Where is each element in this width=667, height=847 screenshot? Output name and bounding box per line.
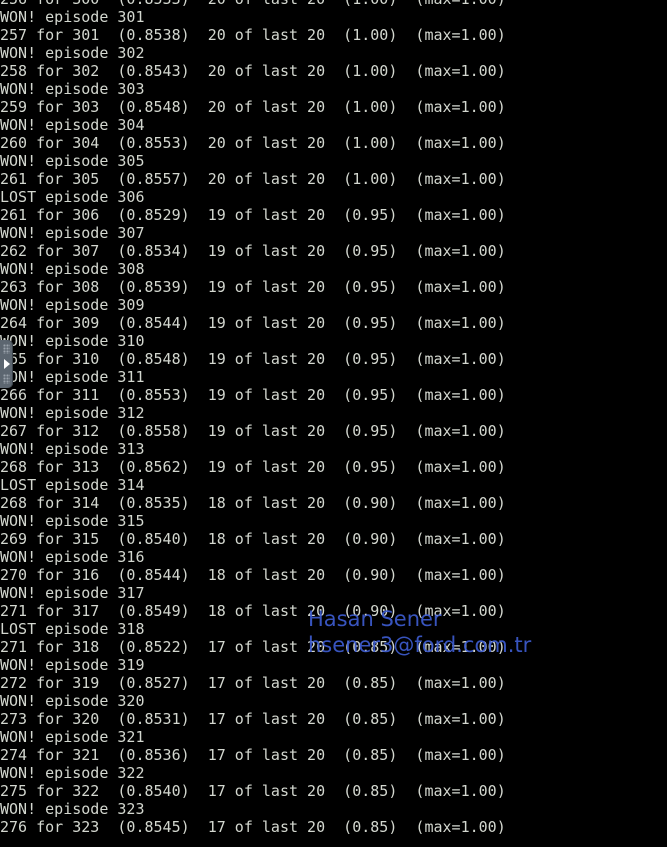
terminal-line: 272 for 319 (0.8527) 17 of last 20 (0.85… xyxy=(0,674,506,692)
terminal-line: WON! episode 316 xyxy=(0,548,145,566)
terminal-line: WON! episode 321 xyxy=(0,728,145,746)
terminal-line: WON! episode 315 xyxy=(0,512,145,530)
terminal-line: 264 for 309 (0.8544) 19 of last 20 (0.95… xyxy=(0,314,506,332)
terminal-line: 261 for 306 (0.8529) 19 of last 20 (0.95… xyxy=(0,206,506,224)
terminal-line: LOST episode 314 xyxy=(0,476,145,494)
terminal-line: 263 for 308 (0.8539) 19 of last 20 (0.95… xyxy=(0,278,506,296)
terminal-line: WON! episode 312 xyxy=(0,404,145,422)
terminal-line: WON! episode 308 xyxy=(0,260,145,278)
terminal-line: WON! episode 319 xyxy=(0,656,145,674)
terminal-line: LOST episode 318 xyxy=(0,620,145,638)
terminal-line: 268 for 313 (0.8562) 19 of last 20 (0.95… xyxy=(0,458,506,476)
terminal-line: 270 for 316 (0.8544) 18 of last 20 (0.90… xyxy=(0,566,506,584)
terminal-line: 266 for 311 (0.8553) 19 of last 20 (0.95… xyxy=(0,386,506,404)
terminal-line: WON! episode 307 xyxy=(0,224,145,242)
terminal-line: 262 for 307 (0.8534) 19 of last 20 (0.95… xyxy=(0,242,506,260)
terminal-output[interactable]: 256 for 300 (0.8533) 20 of last 20 (1.00… xyxy=(0,0,667,847)
terminal-line: WON! episode 311 xyxy=(0,368,145,386)
terminal-line: 276 for 323 (0.8545) 17 of last 20 (0.85… xyxy=(0,818,506,836)
terminal-line: WON! episode 323 xyxy=(0,800,145,818)
terminal-line: 258 for 302 (0.8543) 20 of last 20 (1.00… xyxy=(0,62,506,80)
terminal-line: 269 for 315 (0.8540) 18 of last 20 (0.90… xyxy=(0,530,506,548)
terminal-line: 265 for 310 (0.8548) 19 of last 20 (0.95… xyxy=(0,350,506,368)
terminal-line: WON! episode 304 xyxy=(0,116,145,134)
terminal-line: WON! episode 317 xyxy=(0,584,145,602)
terminal-line: 257 for 301 (0.8538) 20 of last 20 (1.00… xyxy=(0,26,506,44)
terminal-line: 274 for 321 (0.8536) 17 of last 20 (0.85… xyxy=(0,746,506,764)
terminal-line: WON! episode 313 xyxy=(0,440,145,458)
terminal-line: 271 for 317 (0.8549) 18 of last 20 (0.90… xyxy=(0,602,506,620)
terminal-line: 261 for 305 (0.8557) 20 of last 20 (1.00… xyxy=(0,170,506,188)
side-panel-toggle[interactable] xyxy=(0,340,13,388)
terminal-line: WON! episode 322 xyxy=(0,764,145,782)
terminal-line: 273 for 320 (0.8531) 17 of last 20 (0.85… xyxy=(0,710,506,728)
terminal-line: WON! episode 305 xyxy=(0,152,145,170)
terminal-line: 268 for 314 (0.8535) 18 of last 20 (0.90… xyxy=(0,494,506,512)
grip-dots-icon xyxy=(3,344,10,354)
terminal-line: WON! episode 309 xyxy=(0,296,145,314)
terminal-line: LOST episode 306 xyxy=(0,188,145,206)
terminal-line: 271 for 318 (0.8522) 17 of last 20 (0.85… xyxy=(0,638,506,656)
terminal-line: WON! episode 301 xyxy=(0,8,145,26)
terminal-line: WON! episode 302 xyxy=(0,44,145,62)
grip-dots-icon xyxy=(3,374,10,384)
terminal-line: 275 for 322 (0.8540) 17 of last 20 (0.85… xyxy=(0,782,506,800)
terminal-line: WON! episode 310 xyxy=(0,332,145,350)
terminal-line: WON! episode 320 xyxy=(0,692,145,710)
terminal-line: 259 for 303 (0.8548) 20 of last 20 (1.00… xyxy=(0,98,506,116)
terminal-line: 256 for 300 (0.8533) 20 of last 20 (1.00… xyxy=(0,0,667,8)
terminal-line: WON! episode 303 xyxy=(0,80,145,98)
play-arrow-icon xyxy=(4,359,10,369)
terminal-line: 260 for 304 (0.8553) 20 of last 20 (1.00… xyxy=(0,134,506,152)
terminal-line: 267 for 312 (0.8558) 19 of last 20 (0.95… xyxy=(0,422,506,440)
